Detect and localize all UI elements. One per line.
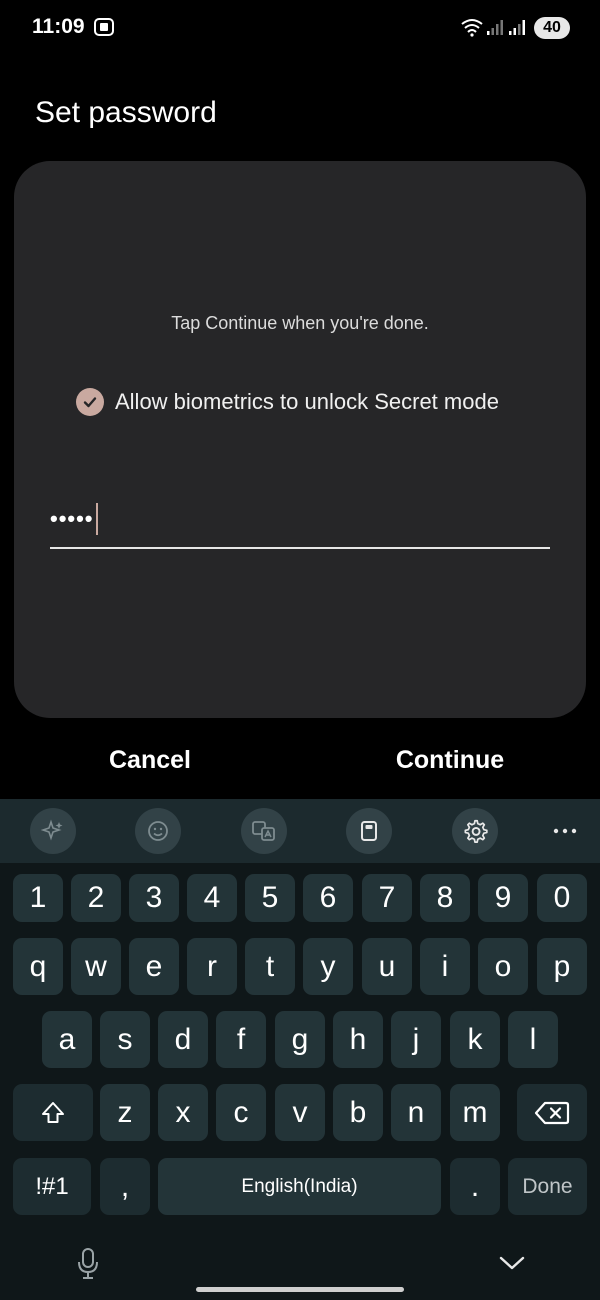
screen-capture-icon — [93, 17, 115, 42]
battery-indicator: 40 — [534, 17, 570, 39]
key-c[interactable]: c — [216, 1084, 266, 1141]
period-key[interactable]: . — [450, 1158, 500, 1215]
key-7[interactable]: 7 — [362, 874, 412, 922]
key-q[interactable]: q — [13, 938, 63, 995]
done-key[interactable]: Done — [508, 1158, 587, 1215]
comma-key[interactable]: , — [100, 1158, 150, 1215]
home-indicator[interactable] — [196, 1287, 404, 1292]
key-6[interactable]: 6 — [303, 874, 353, 922]
translate-icon[interactable] — [241, 808, 287, 854]
on-screen-keyboard: 1 2 3 4 5 6 7 8 9 0 q w e r t y u i o p … — [0, 799, 600, 1300]
status-time: 11:09 — [32, 15, 85, 38]
key-2[interactable]: 2 — [71, 874, 121, 922]
password-value: ••••• — [50, 506, 94, 531]
key-3[interactable]: 3 — [129, 874, 179, 922]
shift-icon — [42, 1101, 64, 1123]
key-l[interactable]: l — [508, 1011, 558, 1068]
chevron-down-icon[interactable] — [498, 1254, 526, 1277]
password-input[interactable]: ••••• — [50, 491, 550, 549]
keyboard-toolbar — [0, 799, 600, 863]
key-d[interactable]: d — [158, 1011, 208, 1068]
key-o[interactable]: o — [478, 938, 528, 995]
key-z[interactable]: z — [100, 1084, 150, 1141]
key-n[interactable]: n — [391, 1084, 441, 1141]
shift-key[interactable] — [13, 1084, 93, 1141]
key-5[interactable]: 5 — [245, 874, 295, 922]
key-x[interactable]: x — [158, 1084, 208, 1141]
page-title: Set password — [35, 96, 217, 129]
biometric-label: Allow biometrics to unlock Secret mode — [115, 389, 499, 414]
continue-button[interactable]: Continue — [360, 738, 540, 782]
key-j[interactable]: j — [391, 1011, 441, 1068]
key-a[interactable]: a — [42, 1011, 92, 1068]
key-f[interactable]: f — [216, 1011, 266, 1068]
key-i[interactable]: i — [420, 938, 470, 995]
checkbox-checked-icon[interactable] — [76, 388, 104, 416]
ai-sparkle-icon[interactable] — [30, 808, 76, 854]
key-t[interactable]: t — [245, 938, 295, 995]
backspace-icon — [534, 1101, 570, 1124]
key-p[interactable]: p — [537, 938, 587, 995]
key-y[interactable]: y — [303, 938, 353, 995]
key-0[interactable]: 0 — [537, 874, 587, 922]
key-9[interactable]: 9 — [478, 874, 528, 922]
settings-icon[interactable] — [452, 808, 498, 854]
key-u[interactable]: u — [362, 938, 412, 995]
key-h[interactable]: h — [333, 1011, 383, 1068]
password-dialog: Tap Continue when you're done. Allow bio… — [14, 161, 586, 718]
space-key[interactable]: English(India) — [158, 1158, 441, 1215]
key-b[interactable]: b — [333, 1084, 383, 1141]
instruction-text: Tap Continue when you're done. — [171, 313, 429, 333]
key-4[interactable]: 4 — [187, 874, 237, 922]
signal-icon — [508, 18, 526, 41]
clipboard-icon[interactable] — [346, 808, 392, 854]
key-8[interactable]: 8 — [420, 874, 470, 922]
cancel-button[interactable]: Cancel — [60, 738, 240, 782]
status-bar: 11:09 40 — [0, 0, 600, 56]
key-s[interactable]: s — [100, 1011, 150, 1068]
backspace-key[interactable] — [517, 1084, 587, 1141]
key-e[interactable]: e — [129, 938, 179, 995]
key-m[interactable]: m — [450, 1084, 500, 1141]
biometric-checkbox-row[interactable]: Allow biometrics to unlock Secret mode — [76, 387, 499, 417]
key-1[interactable]: 1 — [13, 874, 63, 922]
wifi-icon — [460, 17, 484, 42]
key-w[interactable]: w — [71, 938, 121, 995]
signal-icon — [486, 18, 504, 41]
text-cursor — [95, 503, 98, 535]
key-g[interactable]: g — [275, 1011, 325, 1068]
key-k[interactable]: k — [450, 1011, 500, 1068]
microphone-icon[interactable] — [76, 1247, 100, 1286]
more-icon[interactable] — [542, 808, 588, 854]
key-r[interactable]: r — [187, 938, 237, 995]
key-v[interactable]: v — [275, 1084, 325, 1141]
emoji-icon[interactable] — [135, 808, 181, 854]
symbols-key[interactable]: !#1 — [13, 1158, 91, 1215]
